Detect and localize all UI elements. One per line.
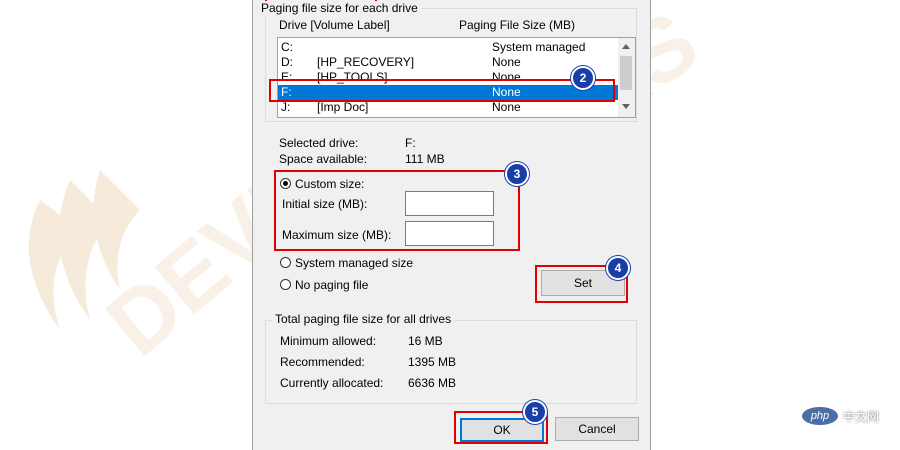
initial-size-label: Initial size (MB): xyxy=(282,197,368,211)
recommended-value: 1395 MB xyxy=(408,355,457,369)
system-managed-label[interactable]: System managed size xyxy=(295,256,413,270)
drive-row-j[interactable]: J: [Imp Doc] None xyxy=(278,100,618,115)
no-paging-file-radio[interactable] xyxy=(280,279,291,290)
column-header-size: Paging File Size (MB) xyxy=(459,18,576,32)
step-badge-2: 2 xyxy=(571,66,595,90)
drive-size: None xyxy=(492,70,521,84)
minimum-allowed-value: 16 MB xyxy=(408,334,443,348)
scroll-thumb[interactable] xyxy=(620,56,632,90)
step-badge-4: 4 xyxy=(606,256,630,280)
drive-size: None xyxy=(492,55,521,69)
drive-list-scrollbar[interactable] xyxy=(618,38,635,117)
currently-allocated-label: Currently allocated: xyxy=(280,376,384,390)
custom-size-label[interactable]: Custom size: xyxy=(295,177,364,191)
site-watermark-text: 中文网 xyxy=(843,409,880,424)
space-available-value: 111 MB xyxy=(405,152,445,166)
step-badge-3: 3 xyxy=(505,162,529,186)
drive-row-f[interactable]: F: None xyxy=(278,85,618,100)
virtual-memory-dialog: Paging file size for each drive Drive [V… xyxy=(252,0,651,450)
drive-label: [Imp Doc] xyxy=(317,100,369,114)
drive-letter: E: xyxy=(281,70,293,84)
php-logo-icon: php xyxy=(802,407,838,425)
recommended-label: Recommended: xyxy=(280,355,365,369)
drive-letter: J: xyxy=(281,100,291,114)
initial-size-input[interactable] xyxy=(405,191,494,216)
drive-letter: F: xyxy=(281,85,292,99)
site-watermark: php 中文网 xyxy=(802,406,879,426)
paging-group-title: Paging file size for each drive xyxy=(258,1,421,15)
drive-row-c[interactable]: C: System managed xyxy=(278,40,618,55)
drive-label: [HP_TOOLS] xyxy=(317,70,388,84)
drive-letter: C: xyxy=(281,40,293,54)
maximum-size-label: Maximum size (MB): xyxy=(282,228,392,242)
totals-group-title: Total paging file size for all drives xyxy=(272,312,455,326)
column-header-drive: Drive [Volume Label] xyxy=(279,18,390,32)
space-available-label: Space available: xyxy=(279,152,368,166)
currently-allocated-value: 6636 MB xyxy=(408,376,457,390)
drive-size: System managed xyxy=(492,40,586,54)
selected-drive-label: Selected drive: xyxy=(279,136,359,150)
selected-drive-value: F: xyxy=(405,136,416,150)
drive-size: None xyxy=(492,85,521,99)
drive-letter: D: xyxy=(281,55,293,69)
drive-size: None xyxy=(492,100,521,114)
minimum-allowed-label: Minimum allowed: xyxy=(280,334,377,348)
custom-size-radio[interactable] xyxy=(280,178,291,189)
scroll-up-icon[interactable] xyxy=(622,44,630,49)
cancel-button[interactable]: Cancel xyxy=(555,417,639,441)
no-paging-file-label[interactable]: No paging file xyxy=(295,278,368,292)
system-managed-radio[interactable] xyxy=(280,257,291,268)
maximum-size-input[interactable] xyxy=(405,221,494,246)
drive-row-e[interactable]: E: [HP_TOOLS] None xyxy=(278,70,618,85)
step-badge-5: 5 xyxy=(523,400,547,424)
drive-label: [HP_RECOVERY] xyxy=(317,55,415,69)
drive-row-d[interactable]: D: [HP_RECOVERY] None xyxy=(278,55,618,70)
scroll-down-icon[interactable] xyxy=(622,104,630,109)
